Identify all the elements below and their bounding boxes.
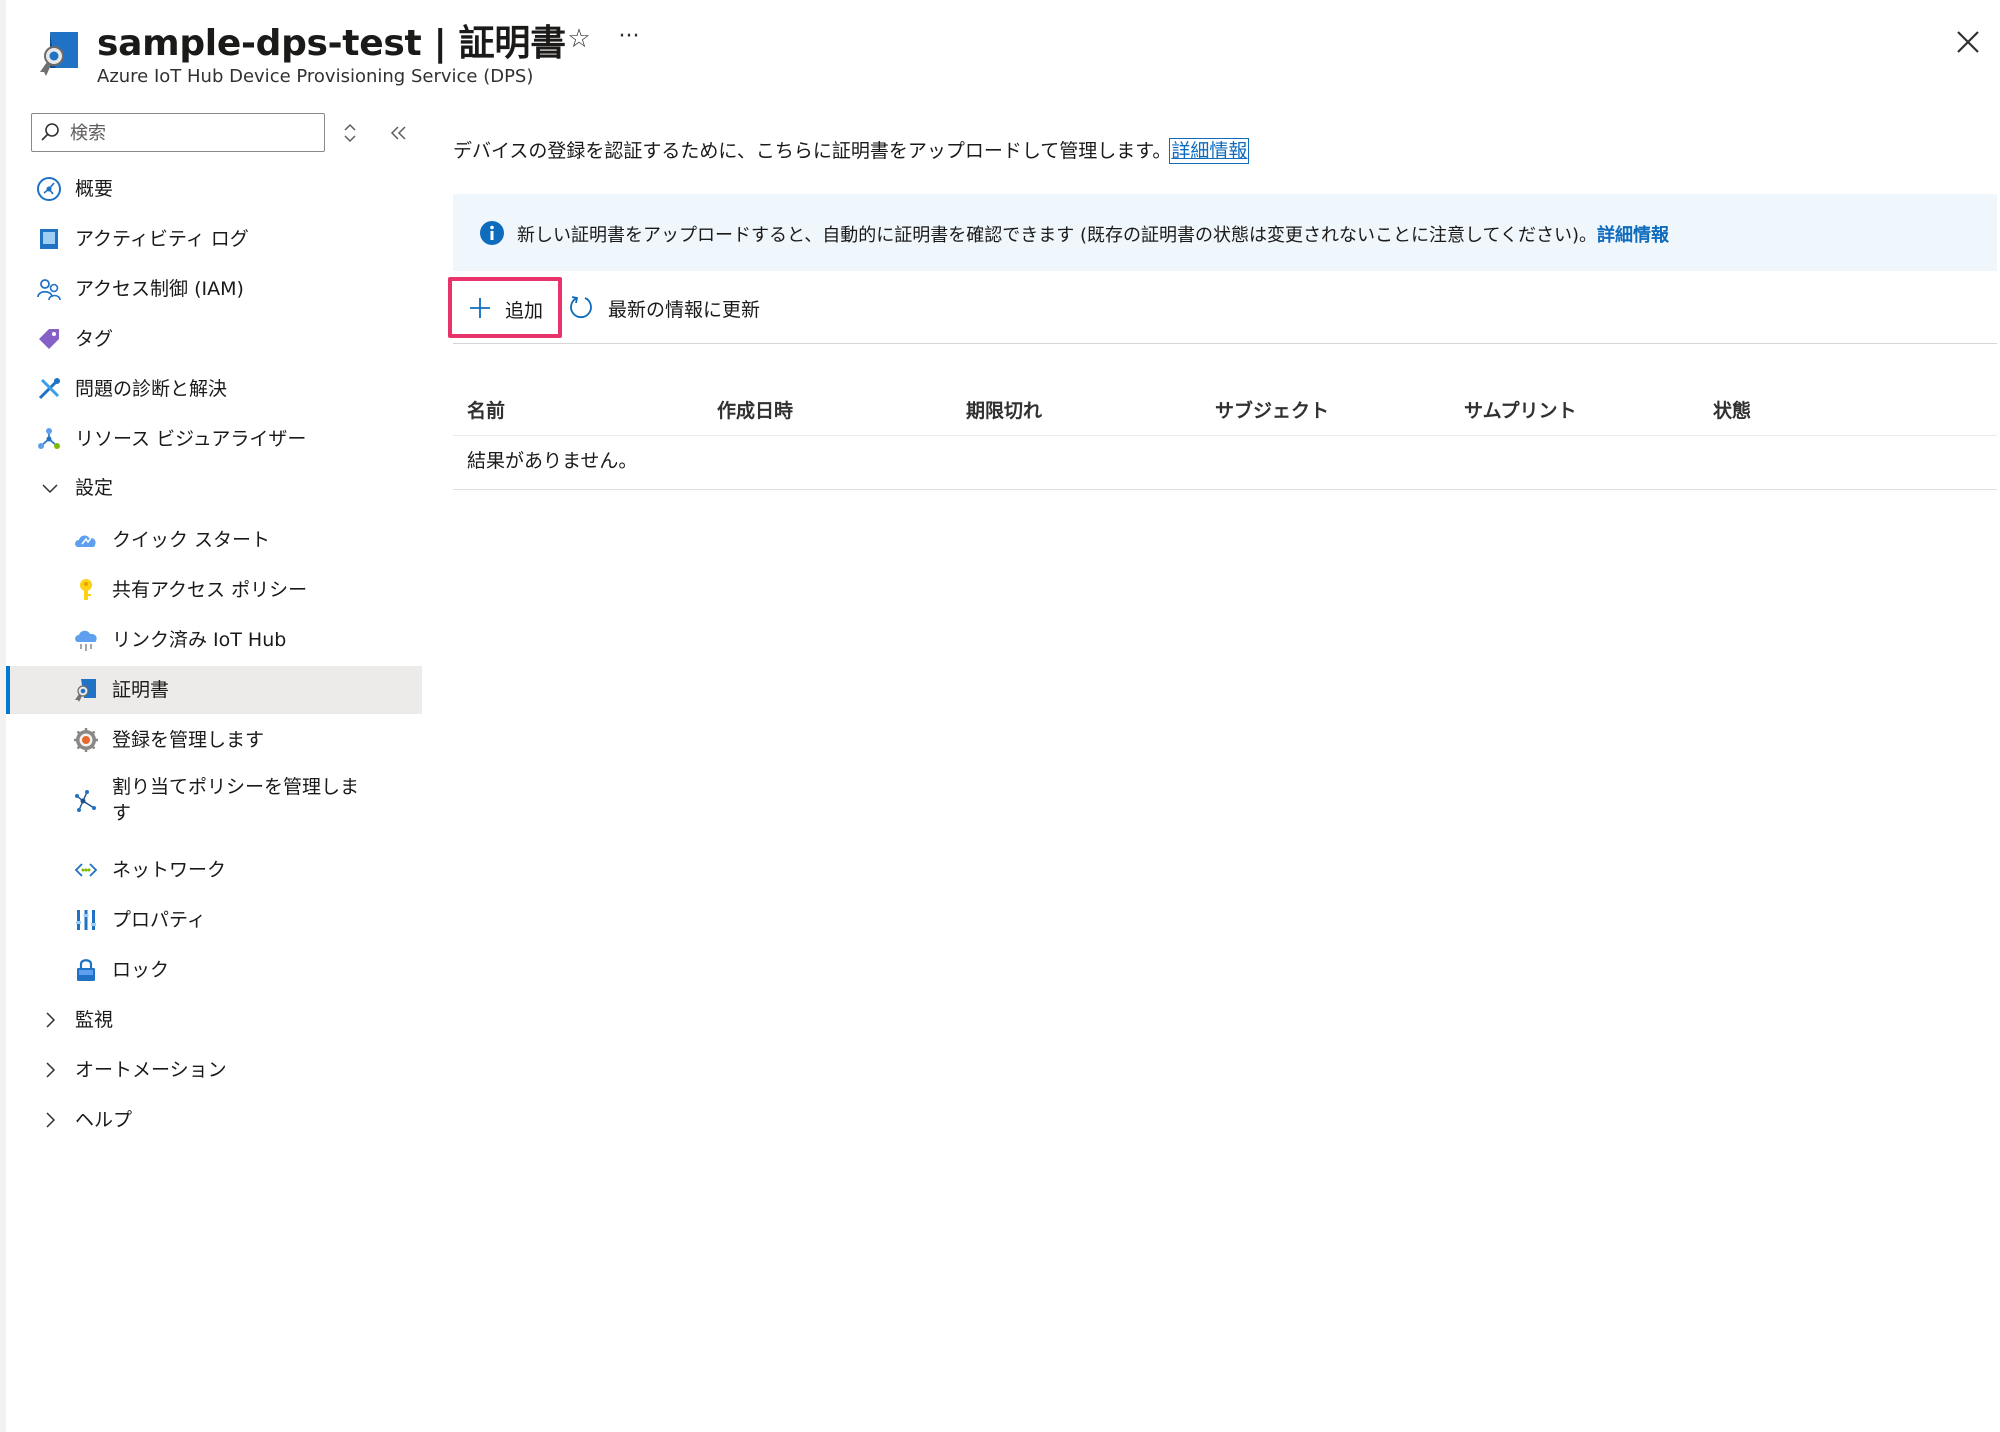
sidebar-item-label: リンク済み IoT Hub xyxy=(112,629,287,651)
sidebar-item-network[interactable]: ネットワーク xyxy=(6,846,422,894)
search-icon xyxy=(41,123,59,141)
column-header-status[interactable]: 状態 xyxy=(1713,396,1751,423)
activity-log-icon xyxy=(40,229,58,249)
sidebar-item-linked-iot-hub[interactable]: リンク済み IoT Hub xyxy=(6,616,422,664)
sidebar-item-label: クイック スタート xyxy=(112,529,271,551)
sidebar-search[interactable] xyxy=(31,113,325,152)
search-input[interactable] xyxy=(70,118,318,148)
column-header-name[interactable]: 名前 xyxy=(467,396,505,423)
chevron-right-icon xyxy=(46,1112,56,1128)
properties-icon xyxy=(76,910,96,930)
sidebar-item-label: オートメーション xyxy=(75,1059,227,1081)
empty-message: 結果がありません。 xyxy=(467,450,638,472)
page-title: sample-dps-test | 証明書 xyxy=(97,23,566,64)
sidebar-group-monitoring[interactable]: 監視 xyxy=(6,996,422,1044)
sidebar-item-label: 共有アクセス ポリシー xyxy=(112,579,308,601)
info-message: 新しい証明書をアップロードすると、自動的に証明書を確認できます (既存の証明書の… xyxy=(517,225,1597,246)
overview-icon xyxy=(37,177,61,201)
sidebar-item-label: タグ xyxy=(75,328,114,350)
certificate-icon xyxy=(75,679,96,702)
page-description: デバイスの登録を認証するために、こちらに証明書をアップロードして管理します。詳細… xyxy=(453,136,1250,164)
sidebar-item-label: 証明書 xyxy=(112,679,170,701)
sidebar-item-label: ロック xyxy=(112,959,170,981)
sidebar-item-label: 登録を管理します xyxy=(112,729,265,751)
sidebar-item-certificates[interactable]: 証明書 xyxy=(6,666,422,714)
description-text: デバイスの登録を認証するために、こちらに証明書をアップロードして管理します。 xyxy=(453,140,1172,162)
chevron-down-icon xyxy=(42,484,58,494)
sidebar-group-automation[interactable]: オートメーション xyxy=(6,1046,422,1094)
info-icon xyxy=(480,221,504,245)
sidebar-item-quickstart[interactable]: クイック スタート xyxy=(6,516,422,564)
sidebar-item-diagnose[interactable]: 問題の診断と解決 xyxy=(6,365,422,413)
info-learn-more-link[interactable]: 詳細情報 xyxy=(1597,225,1669,246)
toolbar-divider xyxy=(453,343,1997,344)
sidebar-item-activity-log[interactable]: アクティビティ ログ xyxy=(6,215,422,263)
diagnose-icon xyxy=(38,378,60,400)
sidebar-item-label: 監視 xyxy=(75,1009,114,1031)
add-button-label: 追加 xyxy=(505,300,544,322)
certificate-icon xyxy=(40,32,78,76)
refresh-icon xyxy=(570,296,592,318)
column-header-created[interactable]: 作成日時 xyxy=(717,396,793,423)
iot-hub-icon xyxy=(75,630,97,651)
column-header-thumbprint[interactable]: サムプリント xyxy=(1464,396,1576,423)
plus-icon xyxy=(470,298,490,318)
tag-icon xyxy=(39,329,59,349)
column-header-subject[interactable]: サブジェクト xyxy=(1215,396,1329,423)
sidebar-item-locks[interactable]: ロック xyxy=(6,946,422,994)
enrollment-gear-icon xyxy=(74,728,98,752)
visualizer-icon xyxy=(38,428,60,449)
sidebar-item-label: プロパティ xyxy=(112,909,206,931)
sidebar-item-label: 概要 xyxy=(75,178,114,200)
sidebar-item-label: 割り当てポリシーを管理します xyxy=(112,776,360,824)
lock-icon xyxy=(77,959,95,981)
sidebar-item-iam[interactable]: アクセス制御 (IAM) xyxy=(6,265,422,313)
table-empty-row: 結果がありません。 xyxy=(453,436,1997,490)
refresh-button[interactable]: 最新の情報に更新 xyxy=(566,285,796,329)
key-icon xyxy=(80,579,92,600)
sidebar-item-label: 問題の診断と解決 xyxy=(75,378,228,400)
info-banner-text: 新しい証明書をアップロードすると、自動的に証明書を確認できます (既存の証明書の… xyxy=(517,221,1669,247)
collapse-sidebar-icon[interactable] xyxy=(384,120,412,146)
blade-header: sample-dps-test | 証明書 Azure IoT Hub Devi… xyxy=(0,0,2000,100)
column-header-expires[interactable]: 期限切れ xyxy=(966,396,1042,423)
sidebar-item-label: リソース ビジュアライザー xyxy=(75,428,307,450)
sidebar-item-label: ヘルプ xyxy=(75,1109,133,1131)
learn-more-link[interactable]: 詳細情報 xyxy=(1169,138,1250,164)
sidebar-item-shared-access-policies[interactable]: 共有アクセス ポリシー xyxy=(6,566,422,614)
page-subtitle: Azure IoT Hub Device Provisioning Servic… xyxy=(97,66,534,87)
sidebar-item-properties[interactable]: プロパティ xyxy=(6,896,422,944)
info-banner: 新しい証明書をアップロードすると、自動的に証明書を確認できます (既存の証明書の… xyxy=(453,194,1997,271)
sidebar-item-tags[interactable]: タグ xyxy=(6,315,422,363)
chevron-right-icon xyxy=(46,1012,56,1028)
quickstart-icon xyxy=(75,535,96,547)
sidebar-group-help[interactable]: ヘルプ xyxy=(6,1096,422,1144)
sidebar-item-resource-visualizer[interactable]: リソース ビジュアライザー xyxy=(6,415,422,463)
favorite-star-icon[interactable]: ☆ xyxy=(564,24,594,54)
add-button[interactable]: 追加 xyxy=(448,277,562,338)
refresh-button-label: 最新の情報に更新 xyxy=(608,299,761,321)
more-options-icon[interactable]: ··· xyxy=(614,24,644,54)
sidebar-item-label: アクティビティ ログ xyxy=(75,228,249,250)
sidebar-item-label: アクセス制御 (IAM) xyxy=(75,278,244,300)
close-icon[interactable] xyxy=(1952,26,1984,58)
allocation-policy-icon xyxy=(75,790,96,812)
sidebar-group-settings[interactable]: 設定 xyxy=(6,464,422,512)
sidebar-item-manage-enrollments[interactable]: 登録を管理します xyxy=(6,716,422,764)
network-icon xyxy=(74,863,98,877)
certificates-table-header: 名前 作成日時 期限切れ サブジェクト サムプリント 状態 xyxy=(453,386,1997,436)
iam-icon xyxy=(37,279,61,301)
chevron-right-icon xyxy=(46,1062,56,1078)
sort-updown-icon[interactable] xyxy=(338,120,362,146)
sidebar-item-label: 設定 xyxy=(75,477,114,499)
sidebar-item-manage-allocation-policy[interactable]: 割り当てポリシーを管理します xyxy=(6,766,422,836)
sidebar-item-label: ネットワーク xyxy=(112,859,227,881)
sidebar-item-overview[interactable]: 概要 xyxy=(6,165,422,213)
